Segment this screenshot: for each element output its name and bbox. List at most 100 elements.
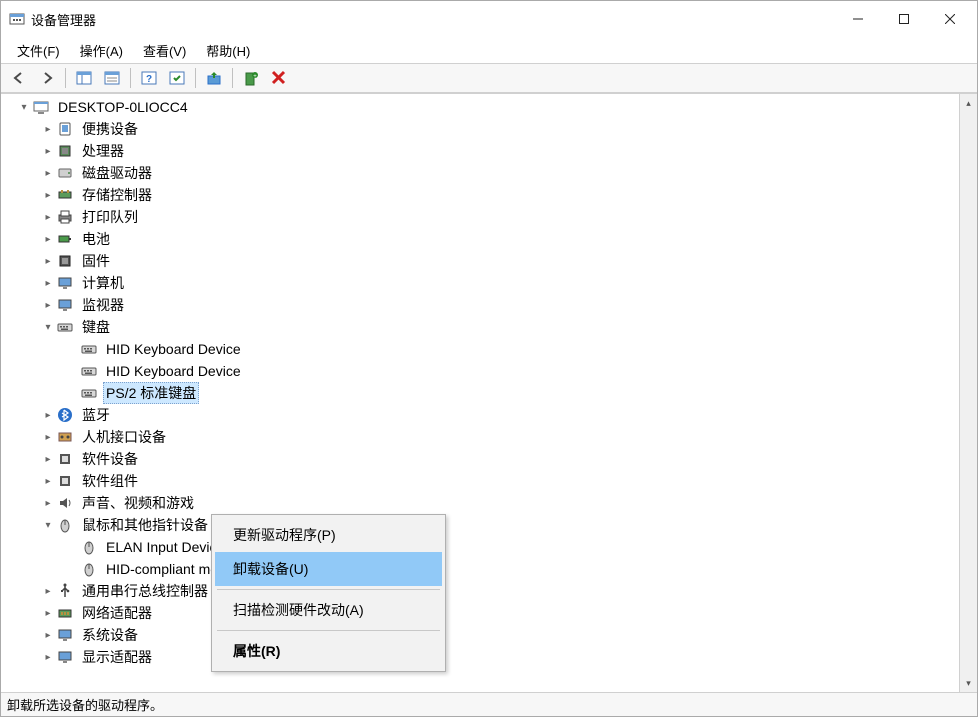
tree-label: 通用串行总线控制器 bbox=[79, 580, 211, 602]
tree-label: 磁盘驱动器 bbox=[79, 162, 155, 184]
help-button[interactable]: ? bbox=[136, 66, 162, 90]
tree-category-usb[interactable]: ▸ 通用串行总线控制器 bbox=[7, 580, 959, 602]
tree-root[interactable]: ▾ DESKTOP-0LIOCC4 bbox=[7, 96, 959, 118]
chip-icon bbox=[57, 143, 73, 159]
tree-label: 存储控制器 bbox=[79, 184, 155, 206]
tree-label: 便携设备 bbox=[79, 118, 141, 140]
ctx-update-driver[interactable]: 更新驱动程序(P) bbox=[215, 518, 442, 552]
show-hide-tree-button[interactable] bbox=[71, 66, 97, 90]
forward-button[interactable] bbox=[34, 66, 60, 90]
chevron-right-icon[interactable]: ▸ bbox=[41, 210, 55, 224]
tree-category-storage[interactable]: ▸ 存储控制器 bbox=[7, 184, 959, 206]
vertical-scrollbar[interactable]: ▴ ▾ bbox=[959, 94, 977, 692]
battery-icon bbox=[57, 231, 73, 247]
monitor-icon bbox=[57, 297, 73, 313]
chevron-right-icon[interactable]: ▸ bbox=[41, 166, 55, 180]
uninstall-button[interactable] bbox=[266, 66, 292, 90]
chevron-down-icon[interactable]: ▾ bbox=[41, 518, 55, 532]
tree-category-softdev[interactable]: ▸ 软件设备 bbox=[7, 448, 959, 470]
device-tree[interactable]: ▾ DESKTOP-0LIOCC4 ▸ 便携设备 ▸ 处理器 ▸ 磁盘驱动器 ▸… bbox=[1, 94, 959, 692]
menu-view[interactable]: 查看(V) bbox=[133, 38, 196, 63]
properties-button[interactable] bbox=[99, 66, 125, 90]
tree-category-keyboard[interactable]: ▾ 键盘 bbox=[7, 316, 959, 338]
tree-category-sound[interactable]: ▸ 声音、视频和游戏 bbox=[7, 492, 959, 514]
expander-blank bbox=[65, 540, 79, 554]
tree-category-hid[interactable]: ▸ 人机接口设备 bbox=[7, 426, 959, 448]
tree-category-softcomp[interactable]: ▸ 软件组件 bbox=[7, 470, 959, 492]
tree-category-network[interactable]: ▸ 网络适配器 bbox=[7, 602, 959, 624]
context-menu-separator bbox=[217, 589, 440, 590]
tree-category-firmware[interactable]: ▸ 固件 bbox=[7, 250, 959, 272]
tree-category-mouse[interactable]: ▾ 鼠标和其他指针设备 bbox=[7, 514, 959, 536]
tree-category-disk[interactable]: ▸ 磁盘驱动器 bbox=[7, 162, 959, 184]
portable-icon bbox=[57, 121, 73, 137]
chevron-right-icon[interactable]: ▸ bbox=[41, 496, 55, 510]
chevron-right-icon[interactable]: ▸ bbox=[41, 122, 55, 136]
chevron-right-icon[interactable]: ▸ bbox=[41, 276, 55, 290]
mouse-icon bbox=[81, 539, 97, 555]
tree-label: 监视器 bbox=[79, 294, 127, 316]
mouse-icon bbox=[57, 517, 73, 533]
tree-category-portable[interactable]: ▸ 便携设备 bbox=[7, 118, 959, 140]
menu-action[interactable]: 操作(A) bbox=[70, 38, 133, 63]
chevron-right-icon[interactable]: ▸ bbox=[41, 408, 55, 422]
hid-icon bbox=[57, 429, 73, 445]
menu-help[interactable]: 帮助(H) bbox=[196, 38, 260, 63]
titlebar: 设备管理器 bbox=[1, 1, 977, 37]
ctx-uninstall[interactable]: 卸载设备(U) bbox=[215, 552, 442, 586]
tree-category-printqueue[interactable]: ▸ 打印队列 bbox=[7, 206, 959, 228]
chevron-right-icon[interactable]: ▸ bbox=[41, 254, 55, 268]
tree-category-display[interactable]: ▸ 显示适配器 bbox=[7, 646, 959, 668]
chevron-right-icon[interactable]: ▸ bbox=[41, 452, 55, 466]
minimize-button[interactable] bbox=[835, 4, 881, 34]
scroll-down-arrow[interactable]: ▾ bbox=[960, 674, 977, 692]
scroll-up-arrow[interactable]: ▴ bbox=[960, 94, 977, 112]
tree-label: 显示适配器 bbox=[79, 646, 155, 668]
ctx-scan[interactable]: 扫描检测硬件改动(A) bbox=[215, 593, 442, 627]
back-button[interactable] bbox=[6, 66, 32, 90]
tree-category-system[interactable]: ▸ 系统设备 bbox=[7, 624, 959, 646]
menu-file[interactable]: 文件(F) bbox=[7, 38, 70, 63]
monitor-icon bbox=[57, 275, 73, 291]
toolbar: ? + bbox=[1, 63, 977, 93]
chevron-down-icon[interactable]: ▾ bbox=[17, 100, 31, 114]
tree-category-bluetooth[interactable]: ▸ 蓝牙 bbox=[7, 404, 959, 426]
toolbar-separator bbox=[232, 68, 233, 88]
chevron-right-icon[interactable]: ▸ bbox=[41, 144, 55, 158]
context-menu-separator bbox=[217, 630, 440, 631]
update-driver-button[interactable] bbox=[201, 66, 227, 90]
expander-blank bbox=[65, 342, 79, 356]
tree-device-elan[interactable]: ELAN Input Device bbox=[7, 536, 959, 558]
close-button[interactable] bbox=[927, 4, 973, 34]
maximize-button[interactable] bbox=[881, 4, 927, 34]
keyboard-icon bbox=[81, 363, 97, 379]
tree-category-battery[interactable]: ▸ 电池 bbox=[7, 228, 959, 250]
tree-device-hid-keyboard[interactable]: HID Keyboard Device bbox=[7, 360, 959, 382]
tree-category-processor[interactable]: ▸ 处理器 bbox=[7, 140, 959, 162]
tree-label: 软件组件 bbox=[79, 470, 141, 492]
chevron-right-icon[interactable]: ▸ bbox=[41, 584, 55, 598]
tree-device-hid-mouse[interactable]: HID-compliant mouse bbox=[7, 558, 959, 580]
chevron-right-icon[interactable]: ▸ bbox=[41, 474, 55, 488]
chevron-right-icon[interactable]: ▸ bbox=[41, 430, 55, 444]
tree-label: 电池 bbox=[79, 228, 113, 250]
chevron-right-icon[interactable]: ▸ bbox=[41, 650, 55, 664]
chevron-right-icon[interactable]: ▸ bbox=[41, 232, 55, 246]
chevron-right-icon[interactable]: ▸ bbox=[41, 188, 55, 202]
tree-category-monitor[interactable]: ▸ 监视器 bbox=[7, 294, 959, 316]
status-text: 卸载所选设备的驱动程序。 bbox=[7, 695, 163, 714]
scan-button[interactable] bbox=[164, 66, 190, 90]
install-legacy-button[interactable]: + bbox=[238, 66, 264, 90]
tree-device-ps2-keyboard[interactable]: PS/2 标准键盘 bbox=[7, 382, 959, 404]
firmware-icon bbox=[57, 253, 73, 269]
tree-label: 计算机 bbox=[79, 272, 127, 294]
window-controls bbox=[835, 4, 973, 34]
tree-category-computer[interactable]: ▸ 计算机 bbox=[7, 272, 959, 294]
chevron-down-icon[interactable]: ▾ bbox=[41, 320, 55, 334]
tree-device-hid-keyboard[interactable]: HID Keyboard Device bbox=[7, 338, 959, 360]
chevron-right-icon[interactable]: ▸ bbox=[41, 606, 55, 620]
chevron-right-icon[interactable]: ▸ bbox=[41, 298, 55, 312]
tree-label: 鼠标和其他指针设备 bbox=[79, 514, 211, 536]
ctx-properties[interactable]: 属性(R) bbox=[215, 634, 442, 668]
chevron-right-icon[interactable]: ▸ bbox=[41, 628, 55, 642]
